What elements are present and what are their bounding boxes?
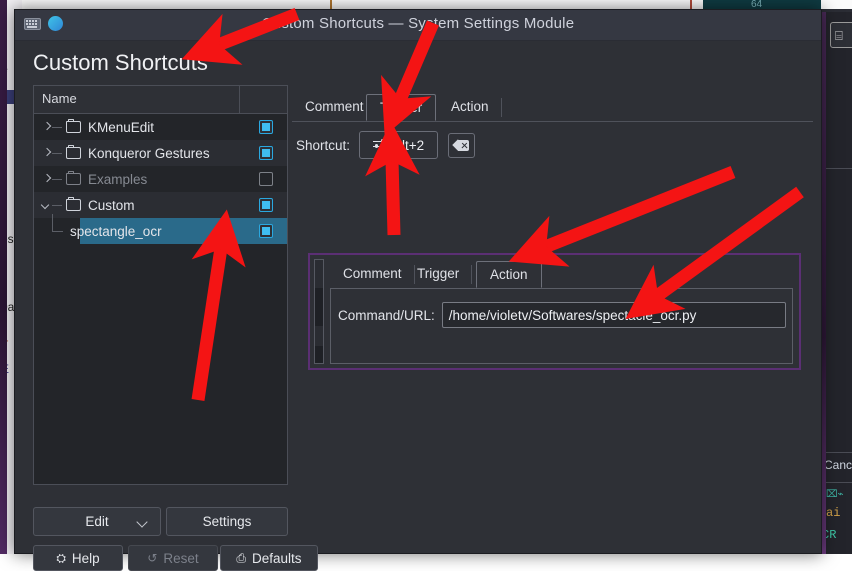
help-icon: ⛭ bbox=[56, 550, 66, 565]
chevron-right-icon[interactable] bbox=[42, 174, 52, 184]
background-right-button[interactable]: ⌸ bbox=[830, 22, 852, 48]
row-checkbox[interactable] bbox=[259, 120, 273, 134]
clear-shortcut-button[interactable] bbox=[448, 132, 476, 158]
reset-button: ↺ Reset bbox=[128, 545, 218, 571]
inner-panel-scrollbar[interactable] bbox=[314, 259, 324, 364]
undo-icon: ↺ bbox=[147, 551, 158, 565]
tree-item-label: KMenuEdit bbox=[88, 119, 155, 135]
command-label: Command/URL: bbox=[338, 307, 435, 323]
sliders-icon bbox=[372, 139, 387, 151]
help-button[interactable]: ⛭ Help bbox=[33, 545, 123, 571]
tree-column-header[interactable]: Name bbox=[34, 86, 287, 114]
tree-line bbox=[52, 126, 62, 128]
tree-item-label: Konqueror Gestures bbox=[88, 145, 210, 161]
shortcut-tree-panel: Name KMenuEdit Konqueror Gestures Exampl… bbox=[33, 85, 288, 485]
row-checkbox[interactable] bbox=[259, 224, 273, 238]
command-row: Command/URL: /home/violetv/Softwares/spe… bbox=[338, 302, 786, 328]
page-title: Custom Shortcuts bbox=[33, 50, 208, 75]
inner-panel-body: Command/URL: /home/violetv/Softwares/spe… bbox=[330, 288, 793, 364]
row-checkbox[interactable] bbox=[259, 146, 273, 160]
folder-icon bbox=[66, 118, 81, 133]
tab-comment[interactable]: Comment bbox=[292, 94, 377, 121]
background-terminal-glyphs: ⌧⌁ bbox=[826, 490, 844, 501]
window-title: Custom Shortcuts — System Settings Modul… bbox=[261, 15, 575, 32]
background-tab-marker-2 bbox=[330, 0, 332, 9]
action-inner-panel: Comment Trigger Action Command/URL: /hom… bbox=[308, 253, 801, 370]
tab-trigger[interactable]: Trigger bbox=[366, 94, 437, 121]
defaults-button-label: Defaults bbox=[252, 550, 302, 566]
scrollbar-thumb-secondary[interactable] bbox=[315, 346, 323, 363]
tree-line bbox=[52, 152, 62, 154]
tree-item-label: spectangle_ocr bbox=[70, 223, 162, 239]
tree-column-divider[interactable] bbox=[239, 86, 240, 113]
edit-button-label: Edit bbox=[85, 514, 109, 529]
reset-button-label: Reset bbox=[163, 550, 199, 566]
backspace-icon bbox=[452, 139, 470, 151]
chevron-down-icon bbox=[136, 516, 148, 528]
custom-shortcuts-window: Custom Shortcuts — System Settings Modul… bbox=[14, 9, 822, 571]
command-input[interactable]: /home/violetv/Softwares/spectacle_ocr.py bbox=[441, 302, 786, 328]
folder-icon bbox=[66, 144, 81, 159]
table-row[interactable]: Examples bbox=[34, 166, 287, 192]
folder-icon bbox=[66, 170, 81, 185]
defaults-button[interactable]: ⎙ Defaults bbox=[220, 545, 318, 571]
inner-tabbar: Comment Trigger Action bbox=[330, 261, 793, 289]
scrollbar-thumb[interactable] bbox=[315, 288, 323, 326]
settings-button[interactable]: Settings bbox=[166, 507, 288, 536]
shortcut-button[interactable]: Alt+2 bbox=[359, 131, 439, 159]
table-row-selected[interactable]: spectangle_ocr bbox=[34, 214, 287, 244]
tree-column-header-name: Name bbox=[42, 91, 77, 106]
shortcut-row: Shortcut: Alt+2 bbox=[296, 131, 476, 159]
tree-line bbox=[52, 178, 62, 180]
background-tab-marker-1 bbox=[690, 0, 692, 9]
restore-icon: ⎙ bbox=[236, 550, 247, 565]
background-terminal-text-1: ai bbox=[826, 506, 841, 520]
tree-item-label: Custom bbox=[88, 197, 135, 213]
table-row[interactable]: Custom bbox=[34, 192, 287, 218]
tree-item-label: Examples bbox=[88, 171, 148, 187]
inner-tab-trigger[interactable]: Trigger bbox=[404, 261, 473, 288]
edit-button[interactable]: Edit bbox=[33, 507, 161, 536]
table-row[interactable]: KMenuEdit bbox=[34, 114, 287, 140]
main-tabbar: Comment Trigger Action bbox=[292, 94, 813, 122]
chevron-right-icon[interactable] bbox=[42, 122, 52, 132]
tree-line bbox=[52, 214, 64, 244]
shortcut-value: Alt+2 bbox=[392, 137, 425, 153]
shortcut-label: Shortcut: bbox=[296, 137, 351, 153]
chevron-right-icon[interactable] bbox=[42, 148, 52, 158]
background-left-accent-bar bbox=[0, 0, 7, 554]
row-checkbox[interactable] bbox=[259, 198, 273, 212]
folder-icon bbox=[66, 196, 81, 211]
help-button-label: Help bbox=[71, 550, 100, 566]
chevron-down-icon[interactable] bbox=[42, 200, 52, 210]
inner-tab-action[interactable]: Action bbox=[476, 261, 542, 288]
background-cancel-text[interactable]: Canc bbox=[824, 458, 852, 472]
table-row[interactable]: Konqueror Gestures bbox=[34, 140, 287, 166]
tab-action[interactable]: Action bbox=[438, 94, 502, 121]
settings-button-label: Settings bbox=[202, 514, 252, 529]
inner-tab-comment[interactable]: Comment bbox=[330, 261, 415, 288]
window-titlebar[interactable]: Custom Shortcuts — System Settings Modul… bbox=[15, 10, 821, 41]
tree-line bbox=[52, 204, 62, 206]
row-checkbox[interactable] bbox=[259, 172, 273, 186]
